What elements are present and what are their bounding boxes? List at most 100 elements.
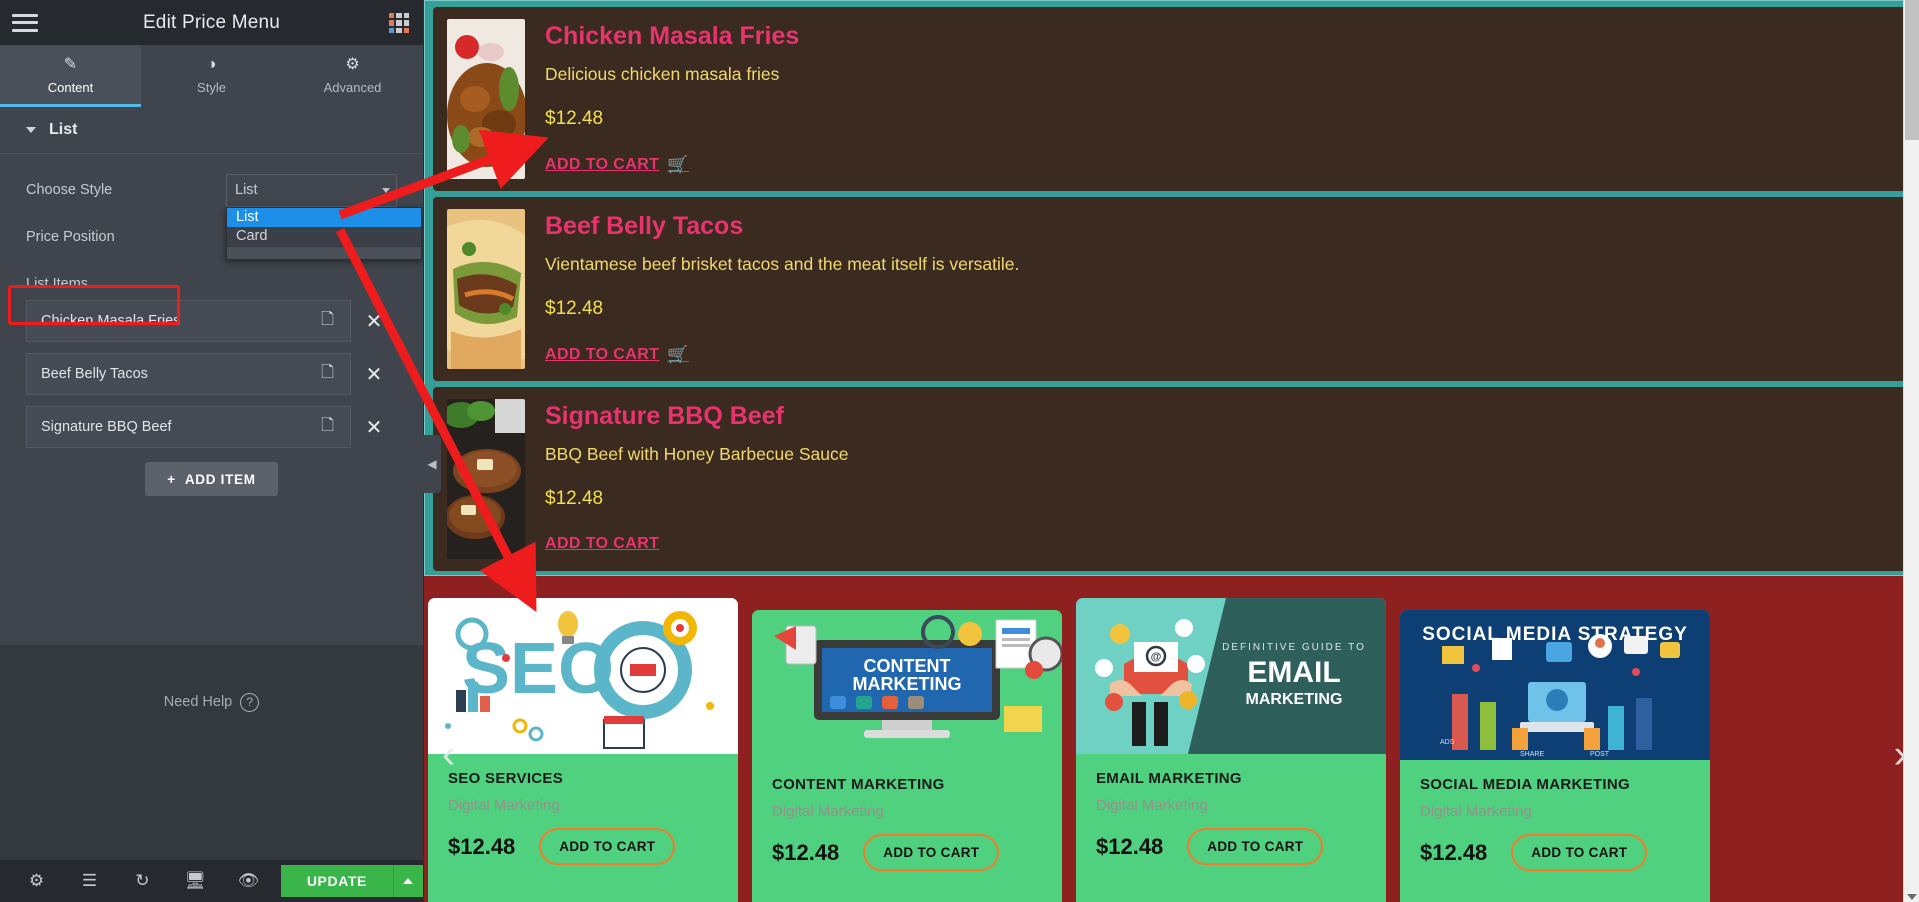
- dropdown-option-card[interactable]: Card: [227, 227, 421, 246]
- card-banner-image: SEO: [428, 598, 738, 754]
- svg-text:CONTENT: CONTENT: [864, 656, 951, 676]
- page-title: Edit Price Menu: [142, 11, 281, 33]
- apps-grid-icon[interactable]: [389, 13, 409, 33]
- plus-icon: +: [167, 471, 176, 487]
- list-items-label: List Items: [26, 276, 89, 292]
- collapse-panel-handle[interactable]: ◀: [423, 435, 441, 493]
- menu-list-item: Beef Belly Tacos Vientamese beef brisket…: [433, 197, 1910, 381]
- menu-item-title: Chicken Masala Fries: [545, 22, 800, 50]
- pencil-icon: ✎: [63, 56, 78, 73]
- menu-item-price: $12.48: [545, 108, 604, 129]
- add-to-cart-button[interactable]: ADD TO CART: [863, 834, 1000, 871]
- add-item-button[interactable]: + ADD ITEM: [145, 462, 278, 496]
- card-price: $12.48: [1420, 839, 1488, 865]
- svg-text:MARKETING: MARKETING: [853, 674, 962, 694]
- price-card: SEO SEO SERVICES Digital Marketing $12.4…: [428, 598, 738, 902]
- card-title: EMAIL MARKETING: [1096, 770, 1242, 787]
- update-button[interactable]: UPDATE: [280, 865, 393, 897]
- add-to-cart-link[interactable]: ADD TO CART 🛒: [545, 345, 689, 365]
- sidebar-header: Edit Price Menu: [0, 0, 423, 45]
- copy-icon[interactable]: 🗋: [305, 406, 351, 448]
- svg-text:POST: POST: [1590, 751, 1610, 758]
- choose-style-value: List: [235, 182, 258, 198]
- card-banner-image: CONTENT MARKETING: [752, 610, 1062, 760]
- chevron-down-icon: [26, 127, 36, 133]
- menu-item-title: Beef Belly Tacos: [545, 212, 744, 240]
- card-meta: CONTENT MARKETING Digital Marketing $12.…: [752, 760, 1062, 902]
- history-icon[interactable]: ↻: [116, 871, 169, 891]
- need-help-label: Need Help: [163, 694, 233, 710]
- card-title: SEO SERVICES: [448, 770, 564, 787]
- gear-icon: ⚙: [345, 56, 360, 73]
- close-icon[interactable]: ✕: [351, 406, 397, 448]
- price-position-label: Price Position: [26, 229, 115, 245]
- hamburger-icon[interactable]: [12, 13, 38, 32]
- layers-icon[interactable]: ☰: [63, 871, 116, 891]
- scrollbar-thumb[interactable]: [1905, 0, 1919, 140]
- choose-style-select-wrap: List List Card: [226, 173, 422, 260]
- card-footer: $12.48 ADD TO CART: [1420, 834, 1690, 871]
- copy-icon[interactable]: 🗋: [305, 300, 351, 342]
- chevron-left-icon[interactable]: ‹: [442, 733, 455, 778]
- section-list-title: List: [49, 121, 78, 138]
- tab-style[interactable]: ◑ Style: [141, 45, 282, 107]
- gear-icon[interactable]: ⚙: [10, 871, 63, 891]
- card-subtitle: Digital Marketing: [1420, 803, 1532, 820]
- choose-style-row: Choose Style List List Card: [26, 168, 422, 260]
- add-to-cart-button[interactable]: ADD TO CART: [1511, 834, 1648, 871]
- eye-icon[interactable]: 👁: [222, 871, 275, 891]
- tab-content-label: Content: [47, 80, 94, 95]
- menu-item-description: Vientamese beef brisket tacos and the me…: [545, 254, 1020, 274]
- card-subtitle: Digital Marketing: [772, 803, 884, 820]
- add-to-cart-link[interactable]: ADD TO CART 🛒: [545, 155, 689, 175]
- price-cards-section: ‹ › SEO SEO SERVICES Digital Marketing $…: [424, 576, 1919, 902]
- svg-text:EMAIL: EMAIL: [1247, 656, 1340, 689]
- responsive-icon[interactable]: 🖥: [169, 871, 222, 891]
- add-item-wrap: + ADD ITEM: [26, 462, 397, 496]
- chevron-down-icon: [382, 187, 390, 193]
- list-item-name[interactable]: Signature BBQ Beef: [26, 406, 305, 448]
- add-to-cart-button[interactable]: ADD TO CART: [539, 828, 676, 865]
- shopping-cart-icon: 🛒: [667, 345, 689, 364]
- list-item-row: Chicken Masala Fries 🗋 ✕: [26, 300, 397, 342]
- list-item-name[interactable]: Chicken Masala Fries: [26, 300, 305, 342]
- svg-text:ADS: ADS: [1440, 739, 1455, 746]
- tab-content[interactable]: ✎ Content: [0, 45, 141, 107]
- choose-style-label: Choose Style: [26, 182, 113, 198]
- menu-item-description: Delicious chicken masala fries: [545, 64, 780, 84]
- list-item-name[interactable]: Beef Belly Tacos: [26, 353, 305, 395]
- menu-item-image: [447, 209, 525, 369]
- tab-style-label: Style: [197, 80, 226, 95]
- copy-icon[interactable]: 🗋: [305, 353, 351, 395]
- add-to-cart-link[interactable]: ADD TO CART: [545, 535, 659, 553]
- card-meta: EMAIL MARKETING Digital Marketing $12.48…: [1076, 754, 1386, 902]
- add-to-cart-button[interactable]: ADD TO CART: [1187, 828, 1324, 865]
- card-banner-image: DEFINITIVE GUIDE TO EMAIL MARKETING @: [1076, 598, 1386, 754]
- close-icon[interactable]: ✕: [351, 300, 397, 342]
- section-list-header[interactable]: List: [0, 107, 423, 154]
- need-help-link[interactable]: Need Help ?: [163, 692, 260, 712]
- svg-text:DEFINITIVE GUIDE TO: DEFINITIVE GUIDE TO: [1222, 642, 1366, 653]
- card-meta: SEO SERVICES Digital Marketing $12.48 AD…: [428, 754, 738, 902]
- menu-list-item: Chicken Masala Fries Delicious chicken m…: [433, 7, 1910, 191]
- menu-item-description: BBQ Beef with Honey Barbecue Sauce: [545, 444, 849, 464]
- page-scrollbar[interactable]: [1903, 0, 1919, 902]
- list-item-row: Signature BBQ Beef 🗋 ✕: [26, 406, 397, 448]
- chevron-up-icon[interactable]: [392, 865, 423, 897]
- choose-style-dropdown: List Card: [226, 206, 422, 260]
- svg-text:@: @: [1151, 651, 1162, 663]
- scroll-down-arrow-icon[interactable]: [1907, 894, 1917, 900]
- dropdown-option-list[interactable]: List: [227, 207, 421, 227]
- price-card: DEFINITIVE GUIDE TO EMAIL MARKETING @ EM…: [1076, 598, 1386, 902]
- tab-advanced[interactable]: ⚙ Advanced: [282, 45, 423, 107]
- question-mark-icon: ?: [240, 692, 260, 712]
- add-to-cart-label: ADD TO CART: [545, 535, 660, 552]
- choose-style-select[interactable]: List: [226, 173, 397, 207]
- dropdown-scrollbar[interactable]: [227, 245, 421, 259]
- add-to-cart-label: ADD TO CART: [545, 156, 660, 173]
- close-icon[interactable]: ✕: [351, 353, 397, 395]
- menu-item-title: Signature BBQ Beef: [545, 402, 784, 430]
- menu-item-price: $12.48: [545, 488, 604, 509]
- section-list-content: Choose Style List List Card Price Positi…: [0, 154, 423, 496]
- menu-item-body: Chicken Masala Fries Delicious chicken m…: [545, 19, 1896, 179]
